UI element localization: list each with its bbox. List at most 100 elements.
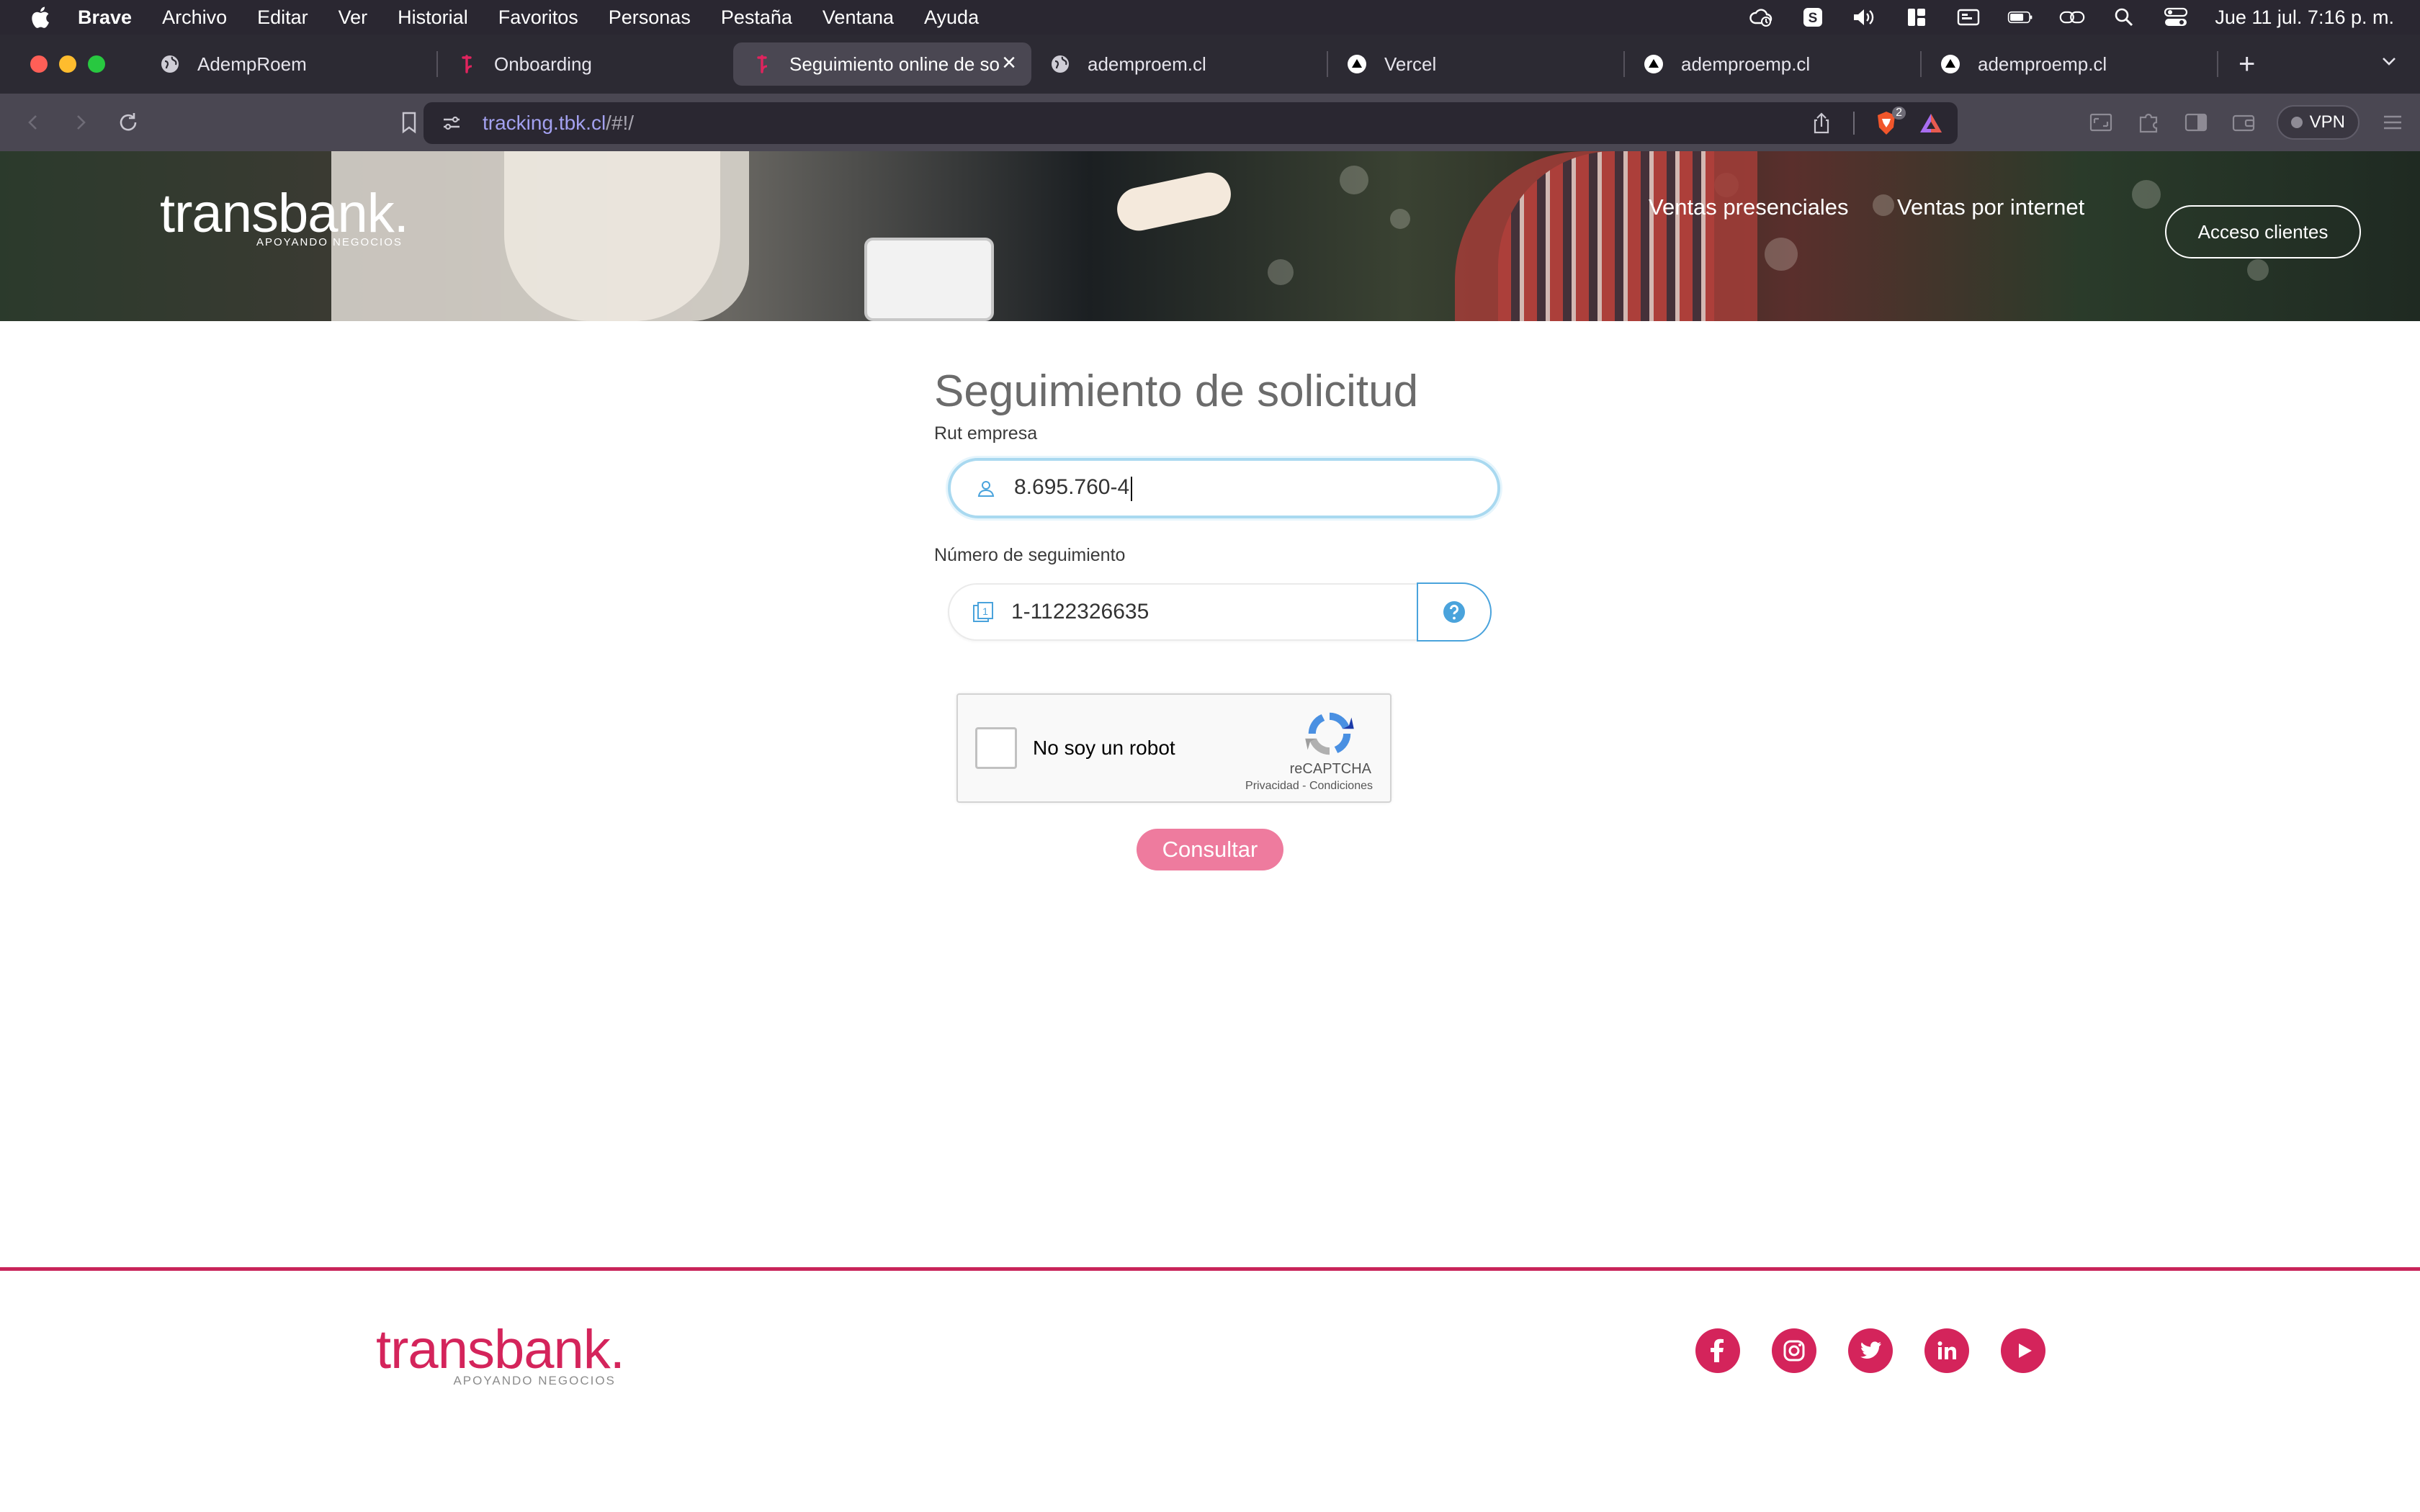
rut-value: 8.695.760-4 (1014, 475, 1133, 501)
hero-banner: transbank. APOYANDO NEGOCIOS Ventas pres… (0, 151, 2420, 321)
brave-shields-icon[interactable]: 2 (1873, 107, 1906, 137)
cloud-sync-icon[interactable] (1748, 6, 1774, 28)
footer-logo-text: transbank. (376, 1319, 625, 1380)
menubar-clock[interactable]: Jue 11 jul. 7:16 p. m. (2215, 6, 2394, 29)
transbank-logo[interactable]: transbank. APOYANDO NEGOCIOS (160, 183, 409, 249)
twitter-icon[interactable] (1848, 1328, 1893, 1373)
help-button[interactable] (1417, 582, 1492, 642)
vpn-status-icon (2290, 117, 2303, 128)
nav-ventas-presenciales[interactable]: Ventas presenciales (1649, 194, 1848, 220)
spotlight-search-icon[interactable] (2111, 6, 2137, 28)
recaptcha-brand: reCAPTCHA (1289, 761, 1371, 777)
screenshot-icon[interactable] (2087, 108, 2115, 137)
vpn-label: VPN (2309, 112, 2345, 132)
tab-seguimiento-active[interactable]: Seguimiento online de so × (733, 42, 1031, 86)
recaptcha-links[interactable]: Privacidad - Condiciones (1245, 780, 1373, 793)
question-icon (1443, 601, 1465, 623)
wallet-icon[interactable] (2229, 108, 2258, 137)
vpn-button[interactable]: VPN (2276, 105, 2360, 140)
tab-title: AdempRoem (197, 53, 307, 75)
logo-text: transbank. (160, 183, 409, 244)
footer-transbank-logo[interactable]: transbank. APOYANDO NEGOCIOS (376, 1319, 625, 1388)
forward-arrow-icon[interactable] (66, 108, 95, 137)
tab-separator (2217, 51, 2218, 77)
footer-divider (0, 1267, 2420, 1271)
tab-title: Seguimiento online de so (789, 53, 1000, 75)
facebook-icon[interactable] (1695, 1328, 1740, 1373)
address-bar[interactable]: tracking.tbk.cl/#!/ 2 (424, 102, 1958, 144)
tab-ademproemp-2[interactable]: ademproemp.cl (1922, 42, 2217, 86)
tracking-number-input[interactable]: 1 1-1122326635 (948, 583, 1419, 641)
instagram-icon[interactable] (1772, 1328, 1816, 1373)
battery-icon[interactable] (2007, 6, 2033, 28)
chevron-down-icon[interactable] (2378, 50, 2400, 76)
rut-label: Rut empresa (934, 423, 1038, 444)
minimize-window-button[interactable] (59, 55, 76, 73)
reload-icon[interactable] (114, 108, 143, 137)
display-icon[interactable] (1955, 6, 1981, 28)
menu-editar[interactable]: Editar (257, 6, 308, 29)
extensions-icon[interactable] (2134, 108, 2163, 137)
acceso-clientes-button[interactable]: Acceso clientes (2165, 205, 2361, 258)
tab-title: Vercel (1384, 53, 1437, 75)
menu-ventana[interactable]: Ventana (823, 6, 894, 29)
address-bar-actions: 2 (1791, 102, 1945, 144)
window-controls (30, 55, 117, 73)
linkedin-icon[interactable] (1924, 1328, 1969, 1373)
brave-rewards-icon[interactable] (1917, 109, 1945, 137)
apple-icon[interactable] (29, 5, 50, 30)
menu-ver[interactable]: Ver (339, 6, 368, 29)
menu-hamburger-icon[interactable] (2378, 108, 2407, 137)
rut-input[interactable]: 8.695.760-4 (948, 458, 1500, 518)
shields-count-badge: 2 (1892, 107, 1906, 120)
vercel-icon (1939, 53, 1962, 76)
menu-app-brave[interactable]: Brave (78, 6, 132, 29)
close-window-button[interactable] (30, 55, 48, 73)
user-icon (974, 476, 998, 500)
grid-app-icon[interactable] (1904, 6, 1930, 28)
youtube-icon[interactable] (2001, 1328, 2045, 1373)
menu-historial[interactable]: Historial (398, 6, 468, 29)
site-settings-icon[interactable] (439, 111, 464, 135)
recaptcha-checkbox[interactable] (975, 727, 1017, 769)
tab-vercel[interactable]: Vercel (1328, 42, 1623, 86)
svg-text:S: S (1809, 11, 1818, 26)
tab-title: ademproemp.cl (1681, 53, 1811, 75)
nav-ventas-por-internet[interactable]: Ventas por internet (1897, 194, 2084, 220)
tab-onboarding[interactable]: Onboarding (438, 42, 733, 86)
zoom-window-button[interactable] (88, 55, 105, 73)
new-tab-button[interactable]: + (2238, 50, 2255, 78)
menu-archivo[interactable]: Archivo (162, 6, 227, 29)
menu-pestana[interactable]: Pestaña (721, 6, 792, 29)
macos-menu-bar: Brave Archivo Editar Ver Historial Favor… (0, 0, 2420, 35)
link-icon[interactable] (2059, 6, 2085, 28)
sidebar-icon[interactable] (2182, 108, 2210, 137)
globe-icon (1049, 53, 1072, 76)
document-number-icon: 1 (971, 600, 995, 624)
share-icon[interactable] (1808, 109, 1835, 137)
menu-personas[interactable]: Personas (609, 6, 691, 29)
toolbar-actions: VPN (2068, 94, 2407, 151)
consultar-button[interactable]: Consultar (1137, 829, 1283, 870)
transbank-icon (750, 53, 774, 76)
control-center-icon[interactable] (2163, 6, 2189, 28)
back-arrow-icon[interactable] (19, 108, 48, 137)
close-tab-icon[interactable]: × (998, 50, 1020, 75)
bookmark-icon[interactable] (395, 108, 424, 137)
svg-text:1: 1 (982, 606, 988, 617)
tab-ademproem[interactable]: AdempRoem (141, 42, 436, 86)
menu-ayuda[interactable]: Ayuda (924, 6, 979, 29)
status-area: S Jue 11 jul. 7:16 p. m. (1722, 0, 2394, 35)
globe-icon (158, 53, 182, 76)
tab-ademproem-cl[interactable]: ademproem.cl (1031, 42, 1327, 86)
tracking-label: Número de seguimiento (934, 545, 1126, 565)
text-caret (1131, 476, 1133, 501)
browser-toolbar: tracking.tbk.cl/#!/ 2 VPN (0, 94, 2420, 151)
menu-favoritos[interactable]: Favoritos (498, 6, 578, 29)
s-app-icon[interactable]: S (1800, 6, 1826, 28)
tab-ademproemp-1[interactable]: ademproemp.cl (1625, 42, 1920, 86)
tab-title: ademproemp.cl (1978, 53, 2107, 75)
volume-icon[interactable] (1852, 6, 1878, 28)
recaptcha-logo-icon (1305, 712, 1354, 755)
tab-title: Onboarding (494, 53, 592, 75)
